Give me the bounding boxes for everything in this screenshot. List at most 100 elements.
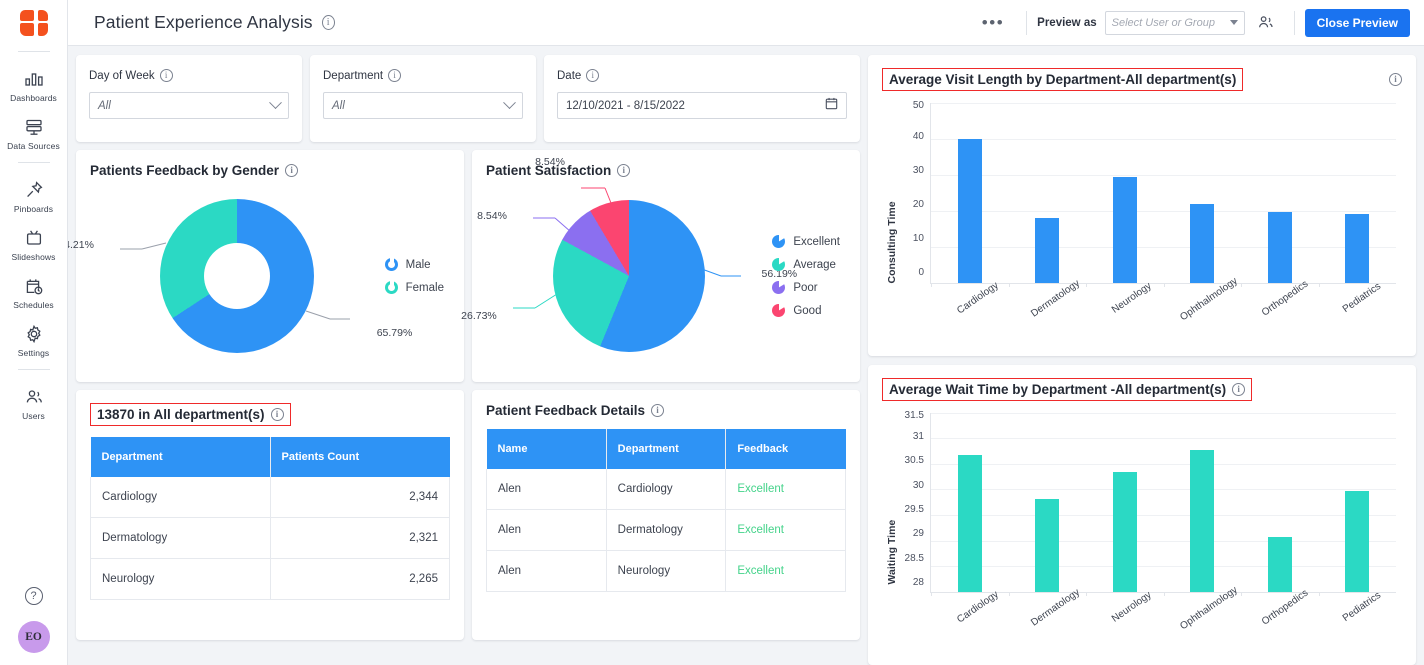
bar-neurology[interactable] [1112, 176, 1137, 283]
legend-item[interactable]: Male [384, 257, 444, 271]
department-counts-table: Department Patients Count Cardiology 2,3… [90, 437, 450, 600]
sidebar-item-settings[interactable]: Settings [0, 316, 68, 364]
legend-label: Poor [793, 281, 818, 294]
bar-ophthalmology[interactable] [1190, 203, 1215, 283]
legend-marker-male [384, 257, 398, 271]
y-axis-ticks: 31.5 31 30.5 30 29.5 29 28.5 28 [900, 410, 930, 594]
department-select[interactable]: All [323, 92, 523, 119]
table-row[interactable]: Dermatology 2,321 [90, 517, 450, 559]
y-tick: 28.5 [904, 552, 924, 564]
table-row[interactable]: Alen Cardiology Excellent [486, 469, 846, 510]
bar-cardiology[interactable] [957, 139, 982, 283]
tables-row: 13870 in All department(s) i Department … [76, 390, 860, 640]
bar-pediatrics[interactable] [1345, 214, 1370, 283]
table-row[interactable]: Alen Dermatology Excellent [486, 509, 846, 551]
day-of-week-select[interactable]: All [89, 92, 289, 119]
cell-department: Dermatology [606, 509, 727, 551]
bar-orthopedics[interactable] [1267, 536, 1292, 592]
gear-icon [23, 323, 45, 345]
bar-chart-icon [23, 68, 45, 90]
info-icon[interactable]: i [321, 15, 335, 30]
date-range-value: 12/10/2021 - 8/15/2022 [566, 99, 685, 112]
info-icon[interactable]: i [651, 404, 665, 417]
legend-label: Male [405, 258, 431, 271]
main-area: Patient Experience Analysis i ••• Previe… [68, 0, 1424, 665]
y-tick: 0 [918, 267, 924, 279]
bar-ophthalmology[interactable] [1190, 450, 1215, 592]
table-row[interactable]: Neurology 2,265 [90, 558, 450, 600]
sidebar-item-data-sources[interactable]: Data Sources [0, 109, 68, 157]
bar-dermatology[interactable] [1035, 498, 1060, 592]
help-icon[interactable]: ? [24, 587, 43, 605]
plot-area-wait-time [930, 412, 1396, 596]
date-range-input[interactable]: 12/10/2021 - 8/15/2022 [557, 92, 847, 119]
y-tick: 29 [912, 528, 924, 540]
info-icon[interactable]: i [285, 164, 299, 177]
x-axis-labels: Cardiology Dermatology Neurology Ophthal… [900, 275, 1396, 348]
close-preview-button[interactable]: Close Preview [1304, 8, 1410, 37]
calendar-icon[interactable] [825, 97, 838, 115]
x-tick: Pediatrics [1340, 589, 1383, 625]
bar-cardiology[interactable] [957, 455, 982, 592]
sidebar-item-schedules[interactable]: Schedules [0, 268, 68, 316]
sidebar-item-pinboards[interactable]: Pinboards [0, 172, 68, 220]
info-icon[interactable]: i [586, 69, 600, 82]
add-person-icon[interactable] [1257, 14, 1274, 31]
bar-orthopedics[interactable] [1267, 212, 1292, 283]
bars-group [931, 103, 1396, 286]
column-header-feedback[interactable]: Feedback [725, 429, 846, 469]
chevron-down-icon [503, 96, 516, 110]
legend-marker-good [772, 304, 786, 317]
cell-department: Cardiology [606, 469, 727, 510]
bar-chart-wait-time: Waiting Time 31.5 31 30.5 30 29.5 29 28.… [882, 401, 1402, 658]
user-group-select[interactable]: Select User or Group [1104, 10, 1245, 35]
cell-department: Dermatology [90, 517, 271, 559]
card-patients-feedback-by-gender: Patients Feedback by Gender i .21% 65.79… [68, 150, 464, 382]
column-header-department[interactable]: Department [606, 429, 727, 469]
table-row[interactable]: Alen Neurology Excellent [486, 550, 846, 592]
donut-chart-gender: 34.21% 65.79% Male [68, 178, 450, 374]
info-icon[interactable]: i [1389, 73, 1402, 86]
y-tick: 30 [912, 479, 924, 491]
sidebar-item-users[interactable]: Users [0, 379, 68, 427]
avatar[interactable]: EO [17, 621, 50, 653]
sidebar-divider-3 [17, 369, 50, 370]
card-average-visit-length: Average Visit Length by Department-All d… [868, 55, 1416, 356]
card-title-row: Average Visit Length by Department-All d… [882, 68, 1402, 91]
legend-item[interactable]: Female [384, 280, 444, 294]
column-header-patients-count[interactable]: Patients Count [270, 437, 450, 477]
info-icon[interactable]: i [388, 69, 402, 82]
bar-dermatology[interactable] [1035, 217, 1060, 283]
filter-date: Date i 12/10/2021 - 8/15/2022 [544, 55, 860, 142]
legend-item[interactable]: Excellent [772, 235, 840, 248]
y-tick: 30.5 [904, 455, 924, 467]
sidebar-item-dashboards[interactable]: Dashboards [0, 61, 68, 109]
sidebar-item-label: Pinboards [13, 204, 54, 214]
legend-item[interactable]: Good [772, 304, 840, 317]
bar-pediatrics[interactable] [1345, 491, 1370, 592]
card-department-counts: 13870 in All department(s) i Department … [76, 390, 464, 640]
legend-item[interactable]: Poor [772, 281, 840, 294]
calendar-clock-icon [23, 275, 45, 297]
legend-item[interactable]: Average [772, 258, 840, 271]
y-tick: 50 [912, 100, 924, 111]
divider [1026, 10, 1028, 35]
column-header-name[interactable]: Name [486, 429, 607, 469]
sidebar-item-slideshows[interactable]: Slideshows [0, 220, 68, 268]
logo-container[interactable] [0, 0, 67, 46]
donut-shape[interactable]: 34.21% 65.79% [68, 199, 412, 353]
table-row[interactable]: Cardiology 2,344 [90, 477, 450, 518]
pie-shape[interactable]: 8.54% 8.54% 26.73% 56.19% [461, 156, 797, 352]
bar-neurology[interactable] [1112, 472, 1137, 592]
more-options-button[interactable]: ••• [970, 14, 1016, 31]
legend-label: Excellent [793, 235, 840, 248]
sidebar-divider-1 [17, 51, 50, 52]
sidebar-divider-2 [17, 162, 50, 163]
info-icon[interactable]: i [270, 408, 284, 421]
info-icon[interactable]: i [1232, 382, 1246, 396]
column-header-department[interactable]: Department [90, 437, 271, 477]
cell-count: 2,344 [270, 477, 450, 518]
info-icon[interactable]: i [159, 69, 173, 82]
cell-feedback: Excellent [725, 469, 846, 510]
cell-name: Alen [486, 469, 607, 510]
